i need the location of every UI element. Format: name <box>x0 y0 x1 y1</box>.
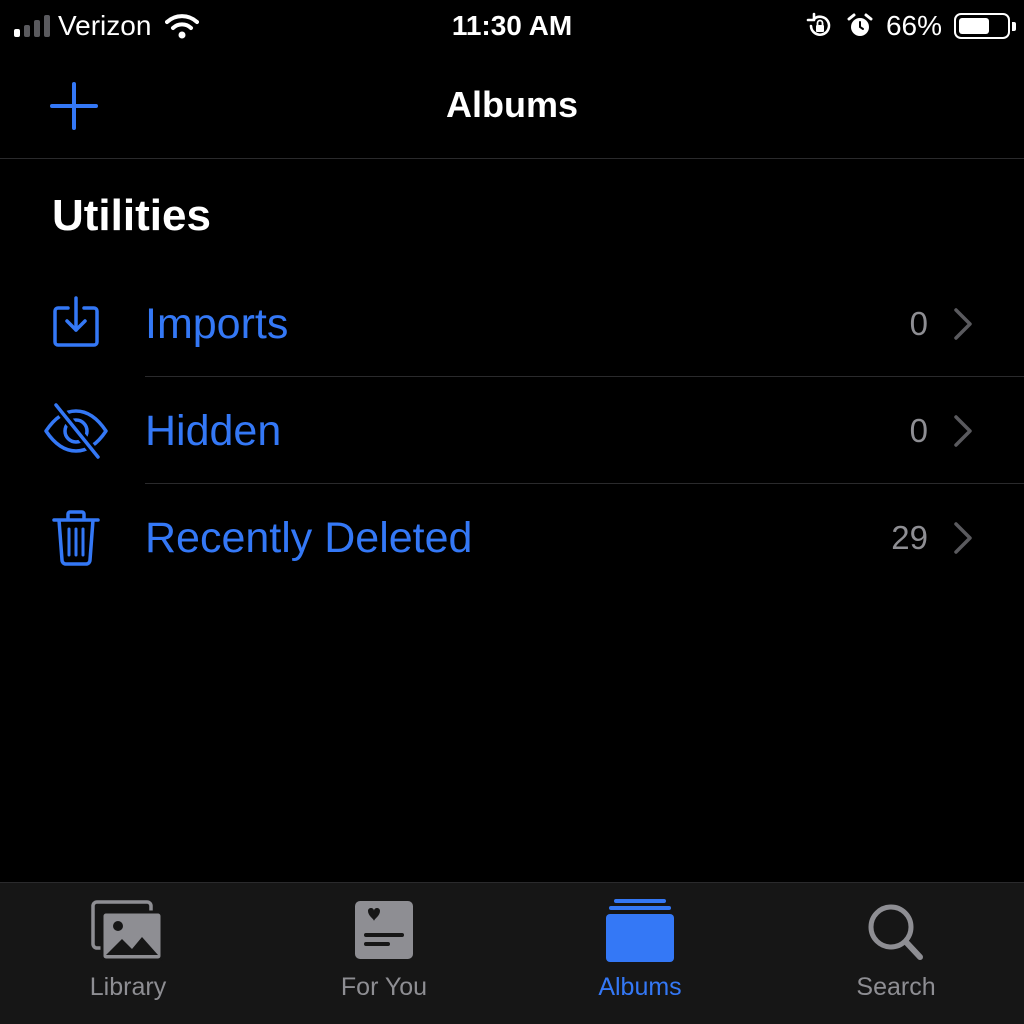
battery-percent: 66% <box>885 10 942 41</box>
magnifier-icon <box>868 904 923 960</box>
page-title: Albums <box>445 84 578 125</box>
utility-count: 0 <box>909 412 928 449</box>
tab-library[interactable]: Library <box>0 883 256 1024</box>
battery-icon <box>954 13 1016 39</box>
tab-search[interactable]: Search <box>768 883 1024 1024</box>
alarm-icon <box>847 13 873 36</box>
utility-row-hidden[interactable]: Hidden 0 <box>0 377 1024 484</box>
utility-label: Hidden <box>145 407 282 455</box>
nav-bar: Albums <box>0 54 1024 159</box>
tab-bar: Library For You Albums Search <box>0 882 1024 1024</box>
utility-label: Imports <box>145 300 289 348</box>
utility-count: 29 <box>891 519 928 556</box>
tab-label: Library <box>89 973 167 1001</box>
utility-row-recently-deleted[interactable]: Recently Deleted 29 <box>0 484 1024 591</box>
tab-albums[interactable]: Albums <box>512 883 768 1024</box>
tab-for-you[interactable]: For You <box>256 883 512 1024</box>
tab-label: For You <box>340 973 428 1001</box>
tab-label: Albums <box>598 973 682 1001</box>
utility-label: Recently Deleted <box>145 514 473 562</box>
status-bar: Verizon 11:30 AM 66% <box>0 0 1024 54</box>
chevron-right-icon <box>954 415 972 447</box>
albums-stack-icon <box>606 899 674 962</box>
battery-fill <box>959 18 989 34</box>
eye-slash-icon <box>44 400 108 462</box>
tab-label: Search <box>856 973 936 1001</box>
rotation-lock-icon <box>806 12 831 36</box>
section-title-utilities: Utilities <box>52 191 211 240</box>
utilities-list: Imports 0 Hidden 0 Recently Deleted 29 <box>0 270 1024 591</box>
import-icon <box>53 296 99 347</box>
utility-count: 0 <box>909 305 928 342</box>
battery-nub <box>1012 22 1016 31</box>
photos-library-icon <box>91 900 164 962</box>
chevron-right-icon <box>954 308 972 340</box>
chevron-right-icon <box>954 522 972 554</box>
status-right: 66% <box>806 8 1016 44</box>
for-you-icon <box>355 901 413 959</box>
utility-row-imports[interactable]: Imports 0 <box>0 270 1024 377</box>
trash-icon <box>52 510 100 566</box>
albums-screen: Verizon 11:30 AM 66% Albums Utilities Im… <box>0 0 1024 1024</box>
